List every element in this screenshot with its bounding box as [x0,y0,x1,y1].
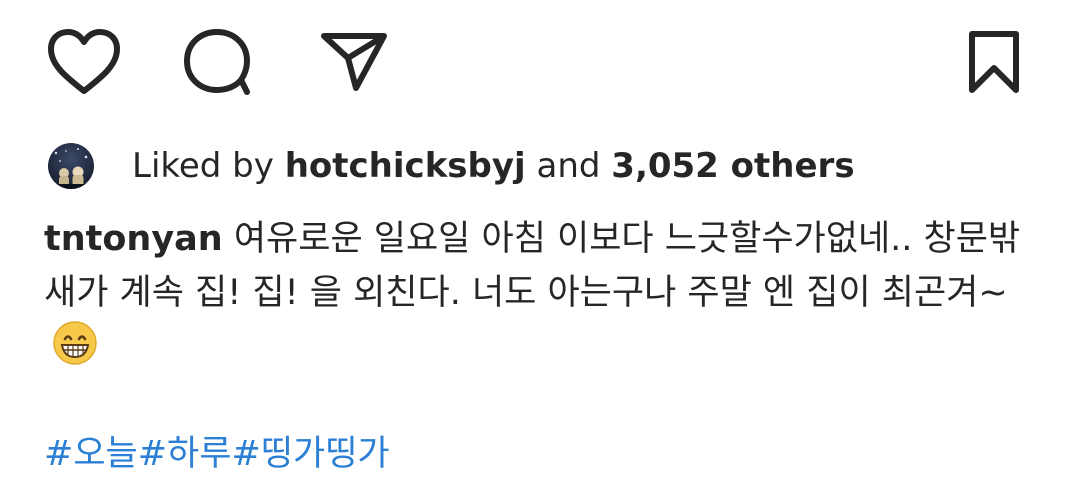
liked-by-text: Liked by hotchicksbyj and 3,052 others [132,144,855,188]
likes-count-link[interactable]: 3,052 others [611,146,854,186]
caption-username[interactable]: tntonyan [44,219,223,259]
avatar-image [48,143,94,189]
bookmark-outline-icon [969,31,1019,93]
hashtag-link[interactable]: #띵가띵가 [231,434,389,474]
comment-button[interactable] [178,22,258,102]
likes-summary: Liked by hotchicksbyj and 3,052 others [48,140,855,192]
paper-plane-icon [321,33,387,91]
liked-by-prefix: Liked by [132,146,274,186]
post-action-bar [0,0,1080,120]
like-button[interactable] [44,22,124,102]
share-button[interactable] [314,22,394,102]
hashtag-link[interactable]: #오늘 [44,434,138,474]
hashtag-list: #오늘#하루#띵가띵가 [44,430,390,478]
hashtag-link[interactable]: #하루 [138,434,232,474]
speech-bubble-icon [184,29,250,95]
avatar[interactable] [48,143,94,189]
post-caption: tntonyan 여유로운 일요일 아침 이보다 느긋할수가없네.. 창문밖 새… [44,212,1044,374]
save-button[interactable] [954,22,1034,102]
liked-by-user-link[interactable]: hotchicksbyj [285,146,526,186]
heart-outline-icon [48,29,120,94]
grinning-face-icon [53,321,97,365]
liked-by-conjunction: and [536,146,601,186]
